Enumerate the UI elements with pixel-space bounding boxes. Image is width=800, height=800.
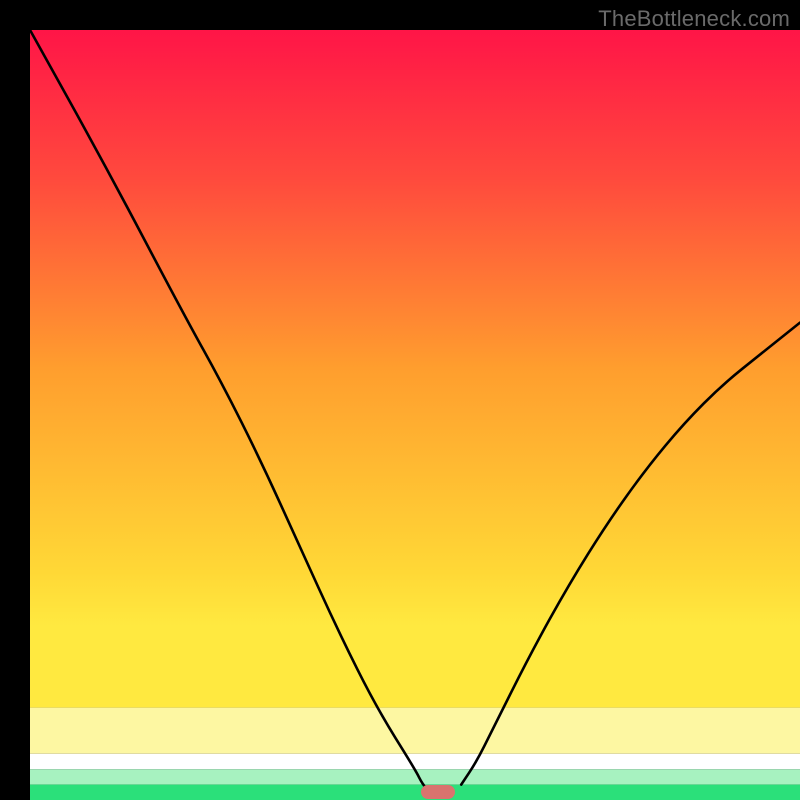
plot-area	[30, 30, 800, 800]
watermark-text: TheBottleneck.com	[598, 6, 790, 32]
curve-right	[461, 323, 800, 785]
curves-layer	[30, 30, 800, 800]
curve-left	[30, 30, 430, 792]
bottleneck-marker	[421, 785, 455, 799]
